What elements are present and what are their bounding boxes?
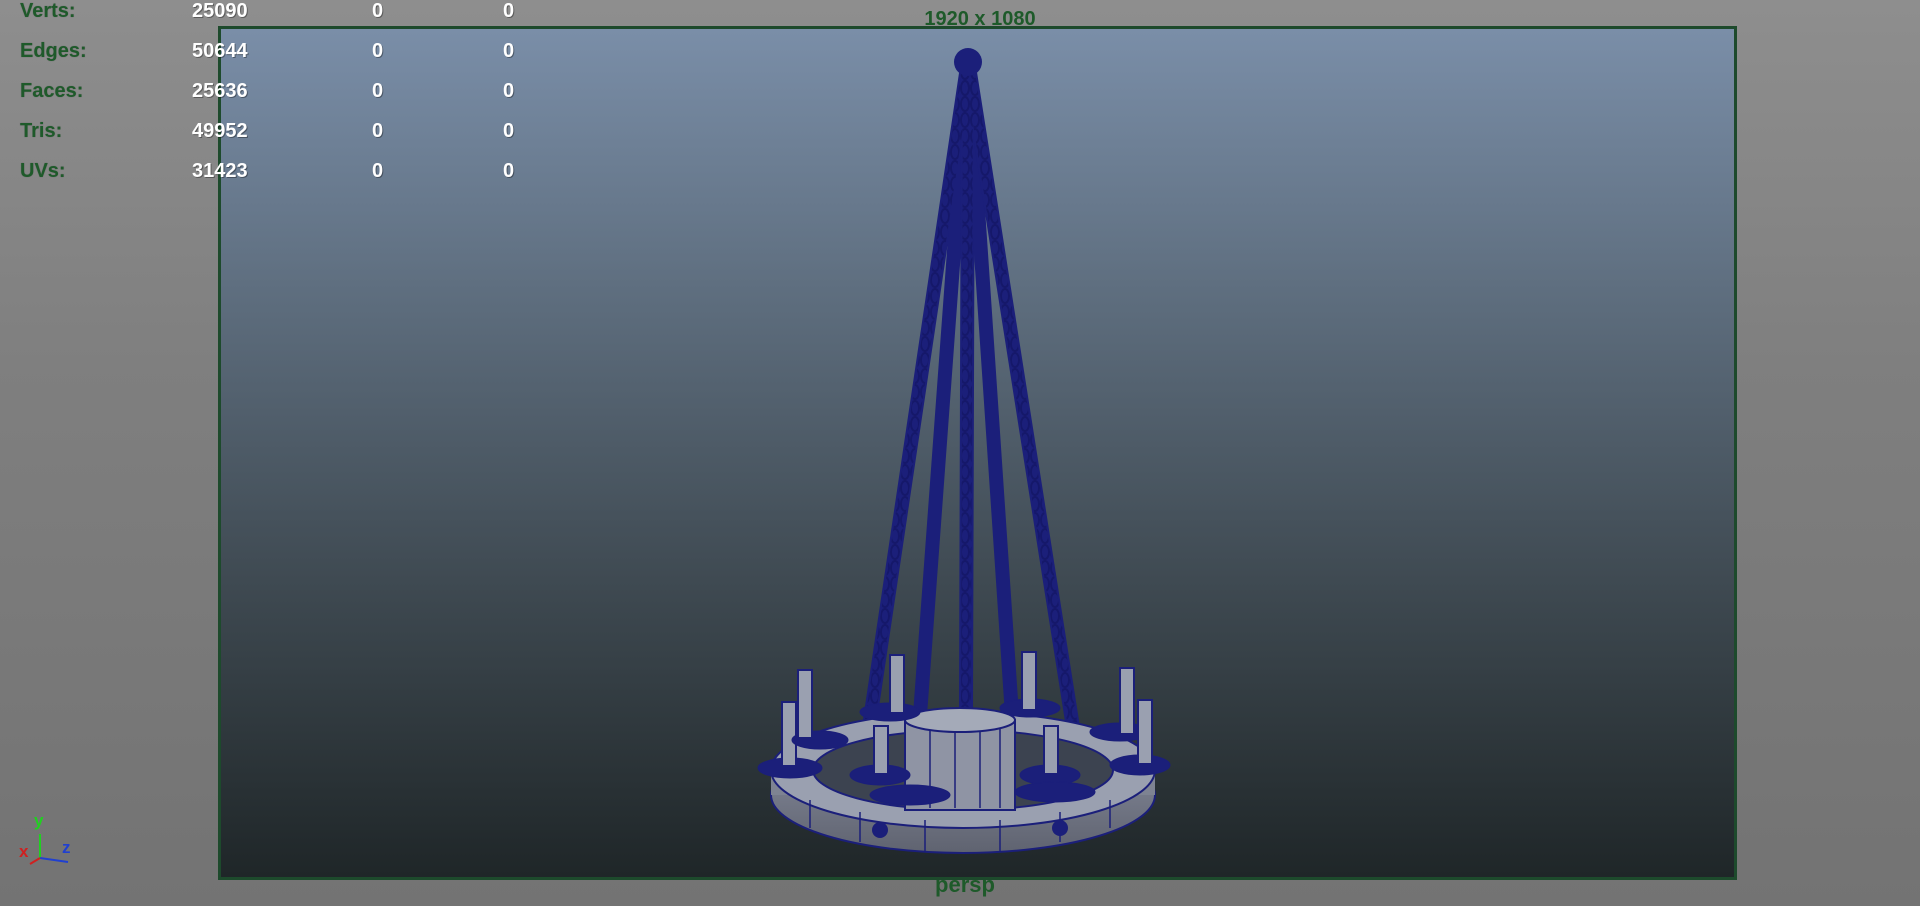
z-axis-line: [39, 857, 69, 863]
y-axis-label: y: [34, 811, 44, 830]
x-axis-line: [29, 857, 41, 865]
chandelier-chains: [863, 53, 1082, 747]
chandelier-model[interactable]: [0, 0, 1920, 906]
z-axis-label: z: [62, 838, 71, 857]
axis-gizmo: y z x: [19, 811, 71, 865]
x-axis-label: x: [19, 842, 29, 861]
top-hook: [954, 48, 982, 76]
camera-name-label: persp: [935, 872, 995, 897]
perspective-viewport[interactable]: 1920 x 1080 Verts: 25090 0 0 Edges: 5064…: [0, 0, 1920, 906]
